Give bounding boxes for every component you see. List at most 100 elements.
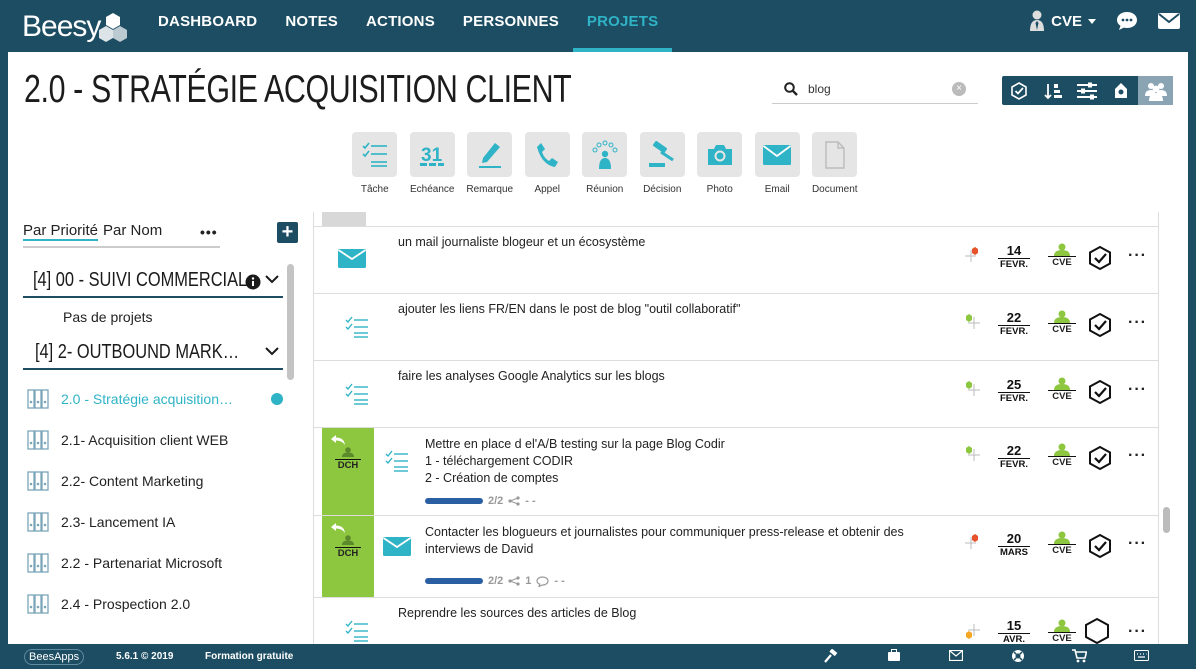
clear-search-icon[interactable]: × [952,82,966,96]
main-nav: DASHBOARD NOTES ACTIONS PERSONNES PROJET… [144,0,673,52]
footer-training-link[interactable]: Formation gratuite [205,651,293,662]
user-avatar-icon [1030,10,1045,31]
toolbar-inbox[interactable] [1104,76,1138,105]
action-text: faire les analyses Google Analytics sur … [398,369,665,383]
keyboard-icon[interactable] [1134,650,1149,661]
more-options-icon[interactable]: ··· [1128,381,1147,399]
briefcase-icon[interactable] [887,649,901,662]
user-menu[interactable]: CVE [1029,10,1096,32]
project-item[interactable]: 2.2 - Partenariat Microsoft [23,542,283,583]
complete-check-icon[interactable] [1088,312,1112,338]
create-decision-button[interactable]: Décision [634,132,692,195]
chevron-down-icon[interactable] [265,274,279,284]
user-icon [1054,243,1070,256]
more-options-icon[interactable]: ··· [1128,314,1147,332]
nav-projets[interactable]: PROJETS [572,0,673,52]
info-icon[interactable] [245,274,261,290]
create-document-button[interactable]: Document [806,132,864,195]
more-options-icon[interactable]: ··· [1128,535,1147,553]
email-icon [338,249,366,268]
action-row[interactable]: faire les analyses Google Analytics sur … [314,361,1158,428]
group-suivi-commercial[interactable]: [4] 00 - SUIVI COMMERCIAL [23,264,283,298]
more-options-icon[interactable]: ··· [1128,447,1147,465]
beesy-logo[interactable]: Beesy [22,8,132,44]
project-label: 2.0 - Stratégie acquisition… [61,390,233,407]
footer-brand[interactable]: BeesApps [24,649,85,665]
owner-avatar[interactable]: CVE [1048,531,1076,556]
sidebar-scrollbar[interactable] [287,264,294,380]
due-date[interactable]: 14 FEVR. [998,244,1030,270]
sort-by-name[interactable]: Par Nom [103,222,162,241]
envelope-icon[interactable] [949,650,963,661]
create-note-button[interactable]: Remarque [461,132,519,195]
chat-icon[interactable] [1116,11,1138,31]
create-deadline-button[interactable]: 31 Echéance [404,132,462,195]
action-text-line: Mettre en place d el'A/B testing sur la … [425,437,725,451]
action-row[interactable]: DCH Contacter les blogueurs et journalis… [314,516,1158,598]
incomplete-hexagon-icon[interactable] [1084,617,1110,644]
action-row[interactable]: DCH Mettre en place d el'A/B testing sur… [314,428,1158,516]
action-row[interactable]: ajouter les liens FR/EN dans le post de … [314,294,1158,361]
toolbar-sort[interactable] [1036,76,1070,105]
due-date[interactable]: 25 FEVR. [998,378,1030,404]
create-photo-button[interactable]: Photo [691,132,749,195]
create-meeting-button[interactable]: Réunion [576,132,634,195]
group-outbound-marketing[interactable]: [4] 2- OUTBOUND MARK… [23,336,283,370]
due-date[interactable]: 15 AVR. [998,619,1030,644]
toolbar-filters[interactable] [1070,76,1104,105]
owner-avatar[interactable]: CVE [1048,443,1076,468]
add-project-button[interactable]: + [277,222,298,243]
action-row[interactable]: un mail journaliste blogeur et un écosys… [314,227,1158,294]
complete-check-icon[interactable] [1088,445,1112,471]
owner-name: CVE [1048,632,1076,644]
task-icon [345,383,368,405]
owner-avatar[interactable]: CVE [1048,619,1076,644]
owner-avatar[interactable]: CVE [1048,377,1076,402]
toolbar-check-view[interactable] [1002,76,1036,105]
sort-by-priority[interactable]: Par Priorité [23,222,99,241]
delegation-badge[interactable]: DCH [322,428,374,515]
chevron-down-icon[interactable] [265,346,279,356]
due-date[interactable]: 22 FEVR. [998,444,1030,470]
progress-extra: - - [554,575,565,587]
footer-bar: BeesApps 5.6.1 © 2019 Formation gratuite [0,644,1196,669]
delegation-badge[interactable]: DCH [322,516,374,597]
due-day: 15 [1006,618,1022,633]
action-row[interactable]: Reprendre les sources des articles de Bl… [314,598,1158,644]
project-item[interactable]: 2.0 - Stratégie acquisition… [23,378,283,419]
list-scrollbar[interactable] [1163,507,1170,533]
nav-actions[interactable]: ACTIONS [352,0,449,52]
nav-dashboard[interactable]: DASHBOARD [144,0,271,52]
project-item[interactable]: 2.1- Acquisition client WEB [23,419,283,460]
share-icon [508,576,520,586]
subtask-progress[interactable]: 2/2 1 - - [425,575,565,587]
owner-avatar[interactable]: CVE [1048,243,1076,268]
owner-avatar[interactable]: CVE [1048,310,1076,335]
sidebar-more-button[interactable]: ••• [200,224,218,240]
hammer-icon[interactable] [824,649,838,663]
nav-notes[interactable]: NOTES [271,0,352,52]
nav-personnes[interactable]: PERSONNES [449,0,573,52]
project-item[interactable]: 2.2- Content Marketing [23,460,283,501]
more-options-icon[interactable]: ··· [1128,247,1147,265]
complete-check-icon[interactable] [1088,245,1112,271]
due-month: FEVR. [998,258,1030,270]
create-task-button[interactable]: Tâche [346,132,404,195]
more-options-icon[interactable]: ··· [1128,623,1147,641]
support-icon[interactable] [1011,649,1025,663]
complete-check-icon[interactable] [1088,533,1112,559]
toolbar-team-view[interactable] [1138,76,1173,105]
progress-bar [425,578,483,584]
comment-count: 1 [525,575,532,587]
mail-icon[interactable] [1158,13,1180,29]
project-item[interactable]: 2.4 - Prospection 2.0 [23,583,283,624]
due-date[interactable]: 20 MARS [998,532,1030,558]
search-input[interactable] [808,81,948,96]
cart-icon[interactable] [1072,649,1087,663]
subtask-progress[interactable]: 2/2 - - [425,495,536,507]
complete-check-icon[interactable] [1088,379,1112,405]
due-date[interactable]: 22 FEVR. [998,311,1030,337]
project-item[interactable]: 2.3- Lancement IA [23,501,283,542]
create-call-button[interactable]: Appel [519,132,577,195]
create-email-button[interactable]: Email [749,132,807,195]
